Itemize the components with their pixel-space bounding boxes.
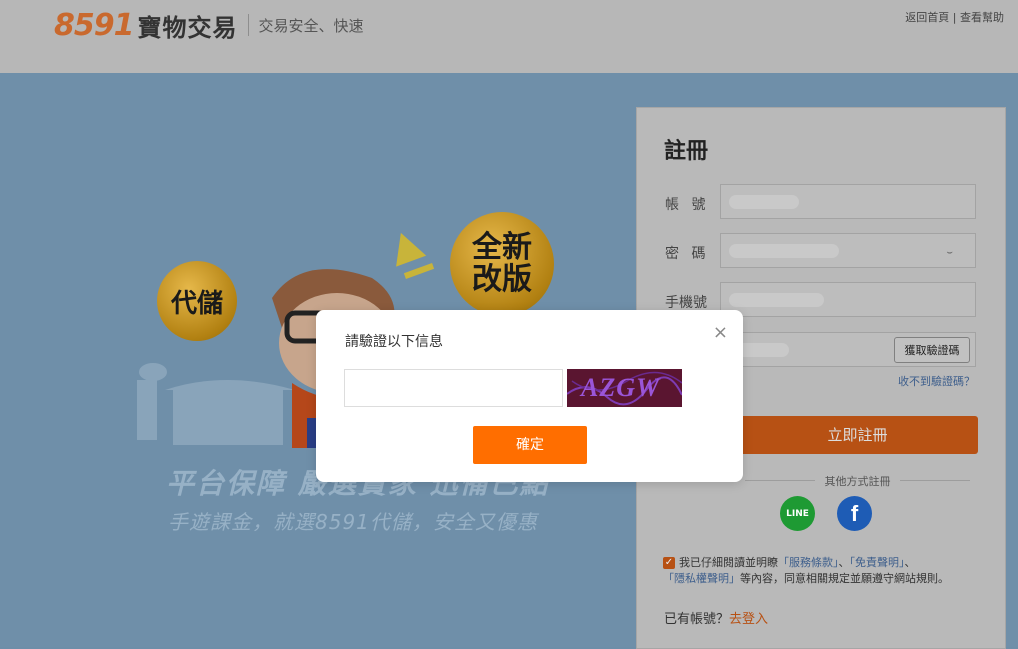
logo-number: 8591 <box>54 7 134 43</box>
agree-checkbox[interactable]: ✓ <box>663 557 675 569</box>
logo-divider <box>247 14 249 36</box>
home-link[interactable]: 返回首頁 <box>905 11 949 24</box>
blurred-value <box>729 293 824 307</box>
password-label: 密 碼 <box>665 246 710 262</box>
account-input[interactable] <box>720 184 976 219</box>
captcha-text: AZGW <box>581 373 661 402</box>
blurred-value <box>729 195 799 209</box>
agree-suffix: 等內容，同意相關規定並願遵守網站規則。 <box>740 572 949 585</box>
separator: 、 <box>838 556 850 569</box>
terms-link[interactable]: 「服務條款」 <box>778 556 839 569</box>
site-slogan: 交易安全、快速 <box>258 16 364 35</box>
dialog-title: 請驗證以下信息 <box>345 334 443 350</box>
agreement-text: ✓ 我已仔細閱讀並明瞭「服務條款」、「免責聲明」、「隱私權聲明」等內容，同意相關規… <box>663 555 983 587</box>
site-logo[interactable]: 8591 寶物交易 交易安全、快速 <box>54 7 364 43</box>
phone-label: 手機號 <box>665 295 707 311</box>
captcha-dialog: 請驗證以下信息 × AZGW 確定 <box>316 310 743 482</box>
privacy-link[interactable]: 「隱私權聲明」 <box>663 572 740 585</box>
facebook-icon[interactable]: f <box>837 496 872 531</box>
close-icon[interactable]: × <box>713 322 728 343</box>
login-prompt: 已有帳號？去登入 <box>664 608 768 627</box>
badge-new-version: 全新改版 <box>450 212 554 316</box>
register-title: 註冊 <box>664 139 709 164</box>
separator: 、 <box>904 556 916 569</box>
line-icon[interactable]: LINE <box>780 496 815 531</box>
captcha-input[interactable] <box>344 369 563 407</box>
account-label: 帳 號 <box>665 197 710 213</box>
get-code-button[interactable]: 獲取驗證碼 <box>894 337 970 363</box>
link-separator: | <box>952 11 957 24</box>
help-link[interactable]: 查看幫助 <box>960 11 1004 24</box>
phone-input[interactable] <box>720 282 976 317</box>
badge-new-version-text: 全新改版 <box>472 230 532 297</box>
logo-name: 寶物交易 <box>137 13 238 42</box>
badge-topup: 代儲 <box>157 261 237 341</box>
page-header: 8591 寶物交易 交易安全、快速 返回首頁 | 查看幫助 <box>0 0 1018 73</box>
no-code-link[interactable]: 收不到驗證碼？ <box>898 373 975 389</box>
login-link[interactable]: 去登入 <box>729 612 768 627</box>
have-account-text: 已有帳號？ <box>664 612 730 627</box>
password-input[interactable]: ⌣ <box>720 233 976 268</box>
top-links: 返回首頁 | 查看幫助 <box>905 9 1004 25</box>
banner-subline: 手遊課金，就選8591代儲，安全又優惠 <box>168 510 538 534</box>
disclaimer-link[interactable]: 「免責聲明」 <box>850 556 905 569</box>
agree-prefix: 我已仔細閱讀並明瞭 <box>679 556 778 569</box>
confirm-button[interactable]: 確定 <box>473 426 587 464</box>
blurred-value <box>729 244 839 258</box>
other-methods-label: 其他方式註冊 <box>737 473 978 489</box>
eye-closed-icon[interactable]: ⌣ <box>946 247 953 258</box>
captcha-image[interactable]: AZGW <box>567 369 682 407</box>
register-button[interactable]: 立即註冊 <box>737 416 978 454</box>
